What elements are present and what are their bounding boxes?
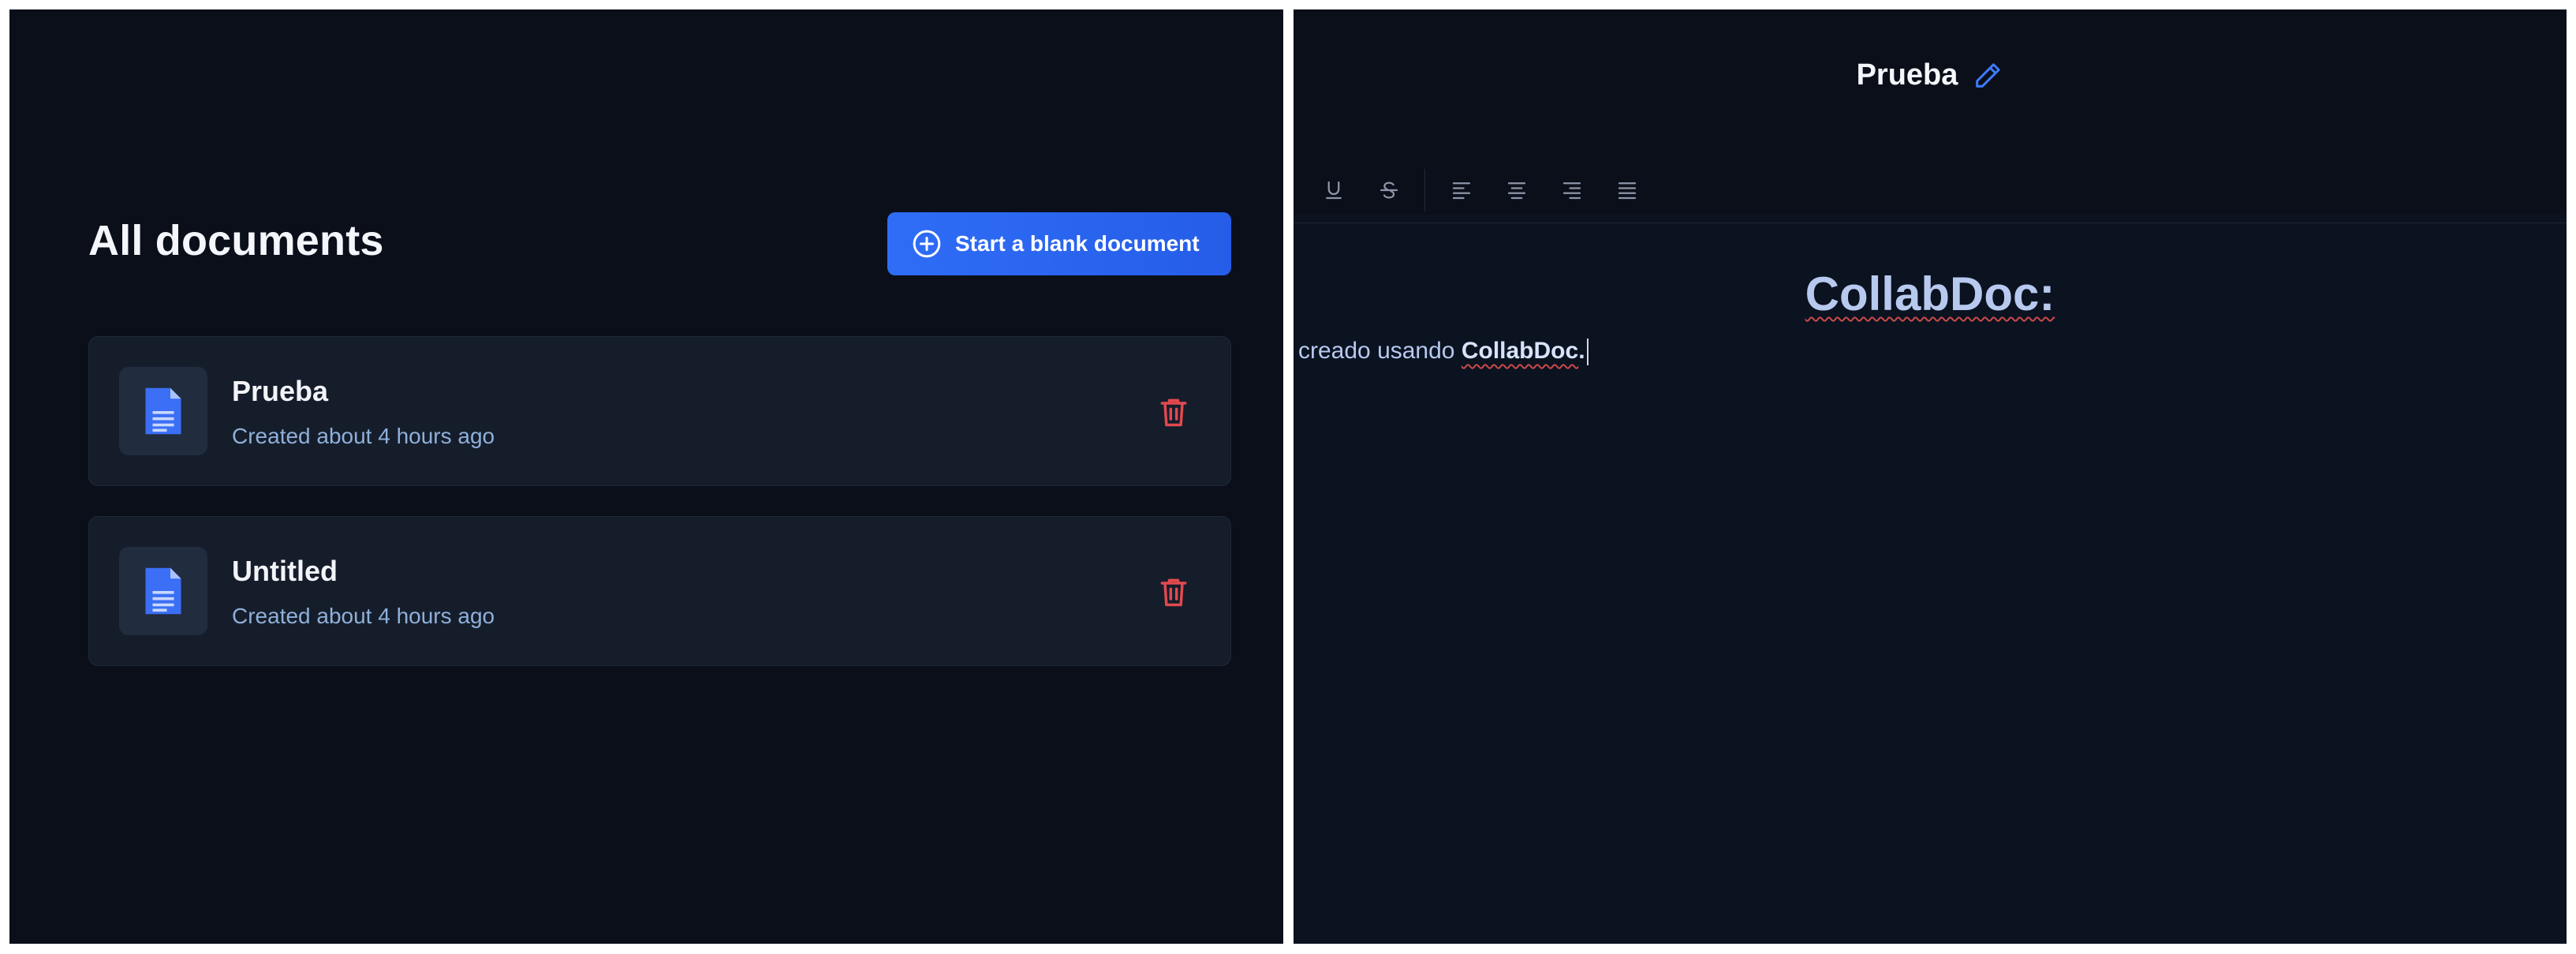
document-icon	[145, 387, 181, 435]
delete-document-button[interactable]	[1156, 395, 1191, 429]
paragraph-suffix: .	[1578, 338, 1585, 364]
document-name[interactable]: Untitled	[232, 555, 338, 588]
align-right-button[interactable]	[1554, 172, 1590, 208]
align-left-button[interactable]	[1443, 172, 1480, 208]
document-card[interactable]: Prueba Created about 4 hours ago	[88, 336, 1231, 486]
strikethrough-button[interactable]	[1371, 172, 1407, 208]
align-justify-button[interactable]	[1609, 172, 1645, 208]
screen: All documents Start a blank document Pru…	[0, 0, 2576, 954]
document-paragraph[interactable]: creado usando CollabDoc.	[1298, 338, 1589, 366]
underline-icon	[1326, 181, 1342, 200]
align-right-icon	[1562, 182, 1581, 200]
editor-content-area[interactable]: CollabDoc: creado usando CollabDoc.	[1294, 223, 2567, 944]
documents-dashboard: All documents Start a blank document Pru…	[9, 9, 1283, 944]
align-left-icon	[1452, 182, 1471, 200]
plus-circle-icon	[911, 228, 943, 260]
document-editor: Prueba CollabDoc: creado usando CollabDo…	[1294, 9, 2567, 944]
underline-button[interactable]	[1316, 172, 1352, 208]
align-center-button[interactable]	[1499, 172, 1535, 208]
pencil-icon	[1976, 62, 2001, 88]
document-heading[interactable]: CollabDoc:	[1294, 267, 2567, 321]
document-thumbnail	[119, 367, 207, 455]
start-blank-document-label: Start a blank document	[955, 231, 1200, 256]
document-card[interactable]: Untitled Created about 4 hours ago	[88, 516, 1231, 666]
text-cursor	[1586, 339, 1589, 366]
paragraph-bold-text: CollabDoc	[1461, 338, 1579, 364]
align-justify-icon	[1618, 182, 1637, 200]
page-title: All documents	[88, 217, 384, 264]
trash-icon	[1160, 398, 1187, 427]
paragraph-text: creado usando	[1298, 338, 1462, 364]
document-title[interactable]: Prueba	[1857, 58, 1958, 92]
document-title-bar: Prueba	[1294, 58, 2567, 92]
trash-icon	[1160, 578, 1187, 607]
strikethrough-icon	[1379, 181, 1398, 199]
align-center-icon	[1507, 182, 1526, 200]
rename-document-button[interactable]	[1972, 60, 2003, 92]
document-created-time: Created about 4 hours ago	[232, 424, 495, 448]
document-icon	[145, 567, 181, 615]
formatting-toolbar	[1294, 159, 2567, 223]
start-blank-document-button[interactable]: Start a blank document	[887, 212, 1231, 275]
document-created-time: Created about 4 hours ago	[232, 604, 495, 628]
document-thumbnail	[119, 547, 207, 635]
delete-document-button[interactable]	[1156, 574, 1191, 609]
toolbar-divider	[1424, 169, 1425, 211]
document-name[interactable]: Prueba	[232, 375, 328, 408]
